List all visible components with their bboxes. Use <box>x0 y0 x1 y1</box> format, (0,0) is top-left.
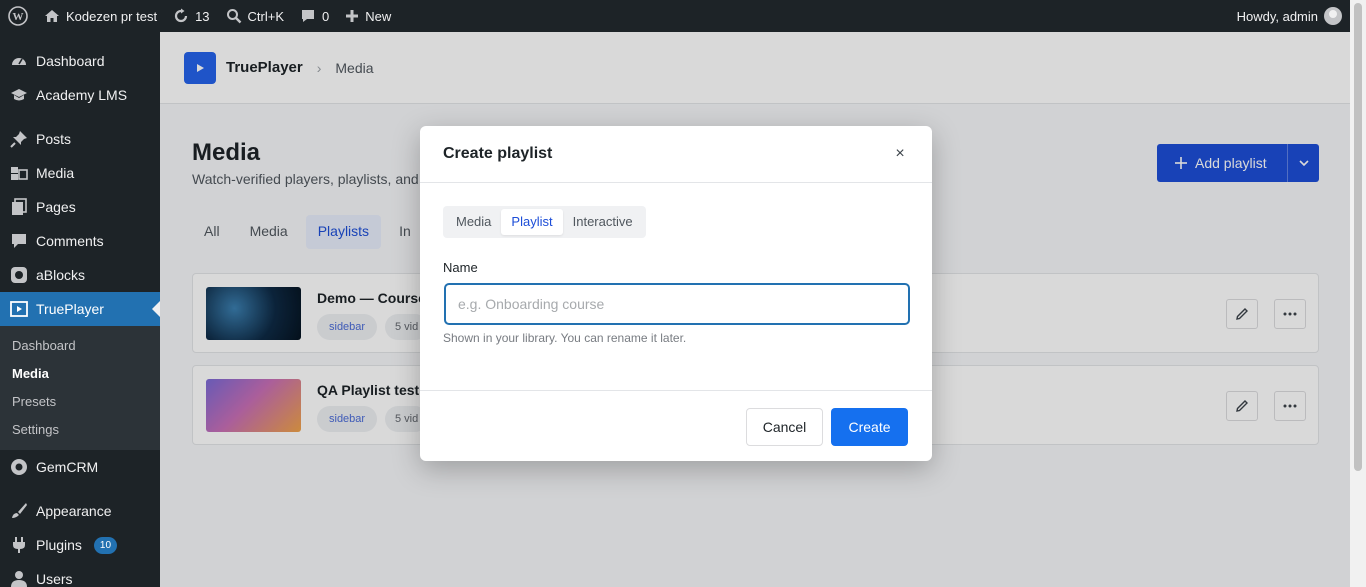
trueplayer-submenu: Dashboard Media Presets Settings <box>0 326 160 450</box>
dialog-title: Create playlist <box>443 145 553 162</box>
name-label: Name <box>443 260 478 275</box>
sidebar-item-label: Appearance <box>36 503 112 519</box>
cancel-button[interactable]: Cancel <box>746 408 823 446</box>
admin-bar: W Kodezen pr test 13 Ctrl+K 0 New Howdy,… <box>0 0 1366 32</box>
search-icon <box>226 9 241 24</box>
submenu-item-settings[interactable]: Settings <box>0 416 160 444</box>
sidebar-item-label: aBlocks <box>36 267 86 283</box>
dashboard-icon <box>10 52 28 70</box>
player-icon <box>10 300 28 318</box>
new-label: New <box>365 8 392 24</box>
comment-icon <box>302 10 315 22</box>
academy-icon <box>10 86 28 104</box>
sidebar-item-dashboard[interactable]: Dashboard <box>0 44 160 78</box>
my-account-link[interactable]: Howdy, admin <box>1229 0 1366 32</box>
greeting: Howdy, admin <box>1236 8 1318 24</box>
sidebar-item-plugins[interactable]: Plugins 10 <box>0 528 160 562</box>
comments-count: 0 <box>322 8 330 24</box>
wordpress-logo-icon[interactable]: W <box>0 0 36 32</box>
sidebar-item-ablocks[interactable]: aBlocks <box>0 258 160 292</box>
scrollbar-thumb[interactable] <box>1354 3 1362 471</box>
comments-link[interactable]: 0 <box>292 0 337 32</box>
segment-interactive[interactable]: Interactive <box>563 209 643 235</box>
create-button[interactable]: Create <box>831 408 908 446</box>
comment-icon <box>10 232 28 250</box>
segment-media[interactable]: Media <box>446 209 501 235</box>
submenu-item-dashboard[interactable]: Dashboard <box>0 332 160 360</box>
updates-link[interactable]: 13 <box>165 0 217 32</box>
new-content-link[interactable]: New <box>337 0 399 32</box>
avatar <box>1324 7 1342 25</box>
sidebar-item-label: TruePlayer <box>36 301 104 317</box>
plugins-update-badge: 10 <box>93 536 118 554</box>
dialog-footer: Cancel Create <box>420 390 932 461</box>
sidebar-item-label: Pages <box>36 199 76 215</box>
site-name-link[interactable]: Kodezen pr test <box>36 0 165 32</box>
refresh-icon <box>175 8 188 23</box>
name-help-text: Shown in your library. You can rename it… <box>443 331 687 345</box>
sidebar-item-label: GemCRM <box>36 459 99 475</box>
sidebar-item-label: Dashboard <box>36 53 105 69</box>
sidebar-item-comments[interactable]: Comments <box>0 224 160 258</box>
playlist-name-input[interactable] <box>445 284 909 324</box>
sidebar-item-label: Users <box>36 571 73 587</box>
updates-count: 13 <box>195 8 210 24</box>
page-scrollbar[interactable] <box>1350 0 1366 587</box>
dialog-header: Create playlist × <box>420 126 932 183</box>
brush-icon <box>10 502 28 520</box>
user-icon <box>10 570 28 587</box>
ablocks-icon <box>10 266 28 284</box>
type-segmented-control: Media Playlist Interactive <box>443 206 646 238</box>
svg-text:W: W <box>13 11 24 23</box>
sidebar-item-users[interactable]: Users <box>0 562 160 587</box>
sidebar-item-pages[interactable]: Pages <box>0 190 160 224</box>
search-link[interactable]: Ctrl+K <box>218 0 292 32</box>
pages-icon <box>10 198 28 216</box>
sidebar-item-posts[interactable]: Posts <box>0 122 160 156</box>
sidebar-item-gemcrm[interactable]: GemCRM <box>0 450 160 484</box>
sidebar-item-trueplayer[interactable]: TruePlayer <box>0 292 160 326</box>
sidebar-item-academy-lms[interactable]: Academy LMS <box>0 78 160 112</box>
create-playlist-dialog: Create playlist × Media Playlist Interac… <box>420 126 932 461</box>
admin-sidebar: Dashboard Academy LMS Posts Media Pages … <box>0 32 160 587</box>
submenu-item-media[interactable]: Media <box>0 360 160 388</box>
sidebar-item-label: Media <box>36 165 75 181</box>
sidebar-item-label: Plugins <box>36 537 82 553</box>
submenu-item-presets[interactable]: Presets <box>0 388 160 416</box>
gem-icon <box>10 458 28 476</box>
plugin-icon <box>10 536 28 554</box>
site-name: Kodezen pr test <box>66 8 158 24</box>
sidebar-item-appearance[interactable]: Appearance <box>0 494 160 528</box>
close-icon[interactable]: × <box>891 145 909 163</box>
media-icon <box>10 164 28 182</box>
pin-icon <box>10 130 28 148</box>
sidebar-item-media[interactable]: Media <box>0 156 160 190</box>
segment-playlist[interactable]: Playlist <box>501 209 563 235</box>
home-icon <box>45 10 59 22</box>
sidebar-item-label: Comments <box>36 233 104 249</box>
plus-icon <box>346 10 359 22</box>
sidebar-item-label: Posts <box>36 131 72 147</box>
search-shortcut: Ctrl+K <box>247 8 285 24</box>
sidebar-item-label: Academy LMS <box>36 87 128 103</box>
